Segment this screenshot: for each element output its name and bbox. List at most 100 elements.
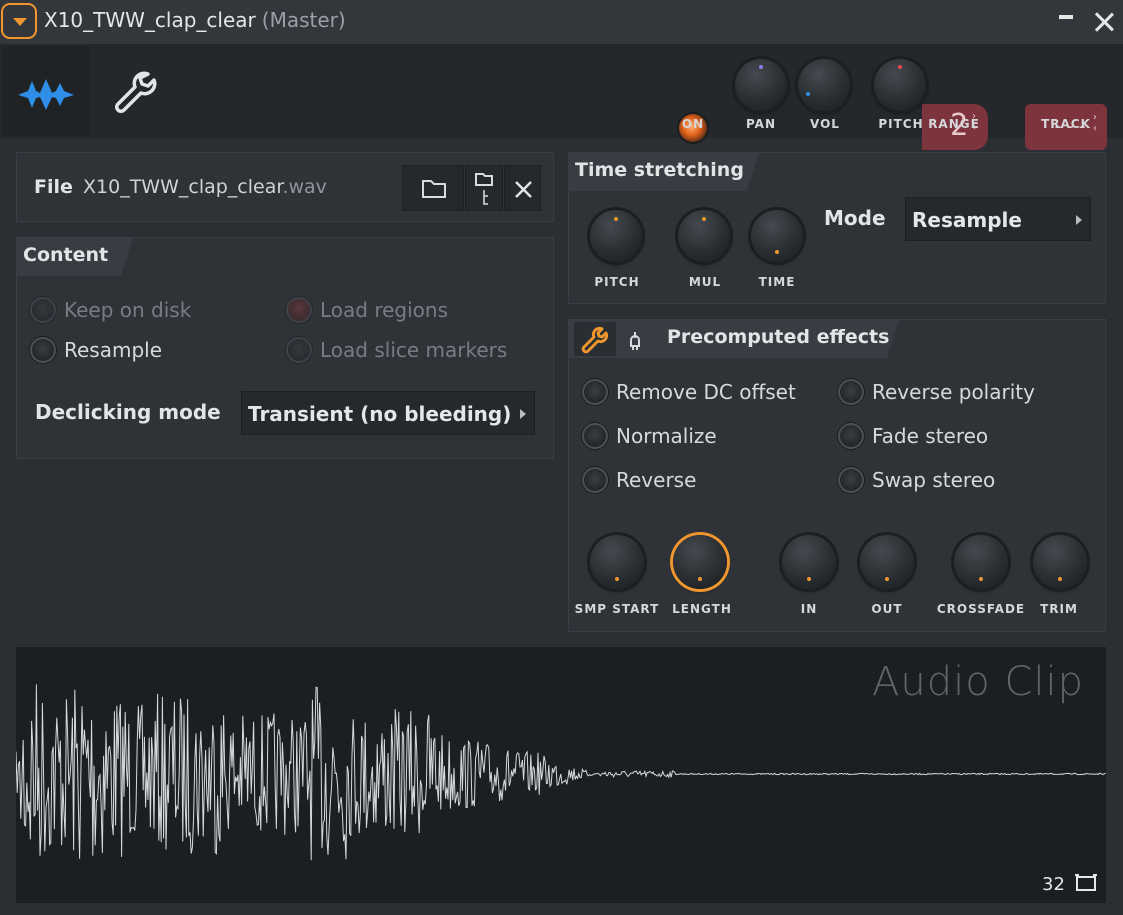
stretch-mul-label: MUL <box>688 275 722 289</box>
browse-file-button[interactable] <box>465 165 503 211</box>
title-bar: X10_TWW_clap_clear (Master) <box>0 0 1123 44</box>
fade-stereo-option[interactable]: Fade stereo <box>838 423 988 449</box>
declicking-mode-dropdown[interactable]: Transient (no bleeding) <box>241 391 535 435</box>
remove-dc-offset-option[interactable]: Remove DC offset <box>582 379 796 405</box>
normalize-option[interactable]: Normalize <box>582 423 717 449</box>
length-knob[interactable] <box>673 535 727 589</box>
minimize-button[interactable] <box>1059 15 1073 19</box>
trim-knob[interactable] <box>1033 535 1087 589</box>
file-name: X10_TWW_clap_clear.wav <box>83 176 327 198</box>
length-label: LENGTH <box>672 602 732 616</box>
wrench-icon <box>115 71 157 113</box>
pan-label: PAN <box>745 117 777 131</box>
window-title-name: X10_TWW_clap_clear <box>44 8 256 32</box>
zoom-level: 32 <box>1042 874 1065 895</box>
load-slice-markers-label: Load slice markers <box>320 338 508 362</box>
normalize-label: Normalize <box>616 424 717 448</box>
declicking-mode-label: Declicking mode <box>35 400 221 424</box>
keep-on-disk-label: Keep on disk <box>64 298 192 322</box>
folder-icon <box>422 180 446 198</box>
time-stretching-title: Time stretching <box>569 153 759 191</box>
stretch-pitch-label: PITCH <box>594 275 640 289</box>
pan-knob[interactable] <box>735 59 787 111</box>
load-regions-option[interactable]: Load regions <box>286 297 448 323</box>
pitch-label: PITCH <box>878 117 924 131</box>
reverse-label: Reverse <box>616 468 697 492</box>
swap-stereo-radio[interactable] <box>838 467 864 493</box>
stretch-mul-knob[interactable] <box>678 210 730 262</box>
mode-label: Mode <box>824 206 886 230</box>
fade-in-knob[interactable] <box>782 535 836 589</box>
wrench-icon <box>581 326 609 354</box>
keep-on-disk-option[interactable]: Keep on disk <box>30 297 191 323</box>
swap-stereo-label: Swap stereo <box>872 468 996 492</box>
reverse-polarity-radio[interactable] <box>838 379 864 405</box>
effects-wrench-button[interactable] <box>574 322 616 356</box>
trim-label: TRIM <box>1040 602 1078 616</box>
resample-option[interactable]: Resample <box>30 337 162 363</box>
remove-dc-offset-label: Remove DC offset <box>616 380 796 404</box>
open-file-button[interactable] <box>402 165 464 211</box>
load-regions-label: Load regions <box>320 298 449 322</box>
caret-right-icon <box>1076 215 1082 225</box>
reverse-radio[interactable] <box>582 467 608 493</box>
fade-out-knob[interactable] <box>860 535 914 589</box>
out-label: OUT <box>871 602 903 616</box>
close-x-icon <box>515 181 532 198</box>
declicking-mode-value: Transient (no bleeding) <box>248 402 512 426</box>
effects-title: Precomputed effects <box>667 326 890 348</box>
content-title: Content <box>17 238 133 276</box>
crossfade-label: CROSSFADE <box>936 602 1026 616</box>
stretch-mode-dropdown[interactable]: Resample <box>905 197 1091 241</box>
load-slice-markers-radio[interactable] <box>286 337 312 363</box>
vol-label: VOL <box>810 117 840 131</box>
in-label: IN <box>800 602 818 616</box>
pitch-knob[interactable] <box>874 59 926 111</box>
swap-stereo-option[interactable]: Swap stereo <box>838 467 995 493</box>
file-name-extension: .wav <box>282 176 327 198</box>
zoom-fit-icon[interactable] <box>1074 873 1098 893</box>
folder-tree-icon <box>475 173 493 205</box>
volume-knob[interactable] <box>798 59 850 111</box>
remove-dc-offset-radio[interactable] <box>582 379 608 405</box>
smp-start-knob[interactable] <box>590 535 644 589</box>
smp-start-label: SMP START <box>574 602 660 616</box>
tab-sample-settings[interactable] <box>2 46 90 136</box>
waveform-sparkle-icon <box>18 79 74 110</box>
track-label: TRACK <box>1041 117 1091 131</box>
tube-icon <box>630 332 640 350</box>
load-slice-markers-option[interactable]: Load slice markers <box>286 337 507 363</box>
track-arrows-icon: › ‹ <box>1093 112 1097 134</box>
waveform-trace <box>16 684 1106 861</box>
resample-radio[interactable] <box>30 337 56 363</box>
waveform-display[interactable]: Audio Clip 32 <box>16 647 1106 903</box>
window-title: X10_TWW_clap_clear (Master) <box>44 8 346 32</box>
range-label: RANGE <box>928 117 980 131</box>
caret-right-icon <box>520 409 526 419</box>
reverse-option[interactable]: Reverse <box>582 467 696 493</box>
waveform-title: Audio Clip <box>872 659 1084 705</box>
fade-stereo-label: Fade stereo <box>872 424 989 448</box>
clear-file-button[interactable] <box>504 165 541 211</box>
window-menu-button[interactable] <box>1 3 37 39</box>
fade-stereo-radio[interactable] <box>838 423 864 449</box>
stretch-pitch-knob[interactable] <box>590 210 642 262</box>
stretch-time-label: TIME <box>758 275 796 289</box>
stretch-time-knob[interactable] <box>751 210 803 262</box>
file-name-base: X10_TWW_clap_clear <box>83 176 283 198</box>
stretch-mode-value: Resample <box>912 208 1022 232</box>
reverse-polarity-option[interactable]: Reverse polarity <box>838 379 1035 405</box>
tab-channel-settings[interactable] <box>90 46 178 136</box>
normalize-radio[interactable] <box>582 423 608 449</box>
crossfade-knob[interactable] <box>954 535 1008 589</box>
keep-on-disk-radio[interactable] <box>30 297 56 323</box>
time-stretching-panel: Time stretching PITCH MUL TIME Mode Resa… <box>568 152 1106 304</box>
close-button[interactable] <box>1093 11 1115 33</box>
precomputed-effects-panel: Precomputed effects Remove DC offset Rev… <box>568 319 1106 632</box>
reverse-polarity-label: Reverse polarity <box>872 380 1035 404</box>
load-regions-radio[interactable] <box>286 297 312 323</box>
file-panel: File X10_TWW_clap_clear.wav <box>16 152 554 222</box>
channel-toolbar: ON PAN VOL 2 › ‹ PITCH RANGE --- › ‹ TRACK <box>0 44 1123 150</box>
window-title-mixer-track: (Master) <box>261 8 346 32</box>
resample-label: Resample <box>64 338 163 362</box>
